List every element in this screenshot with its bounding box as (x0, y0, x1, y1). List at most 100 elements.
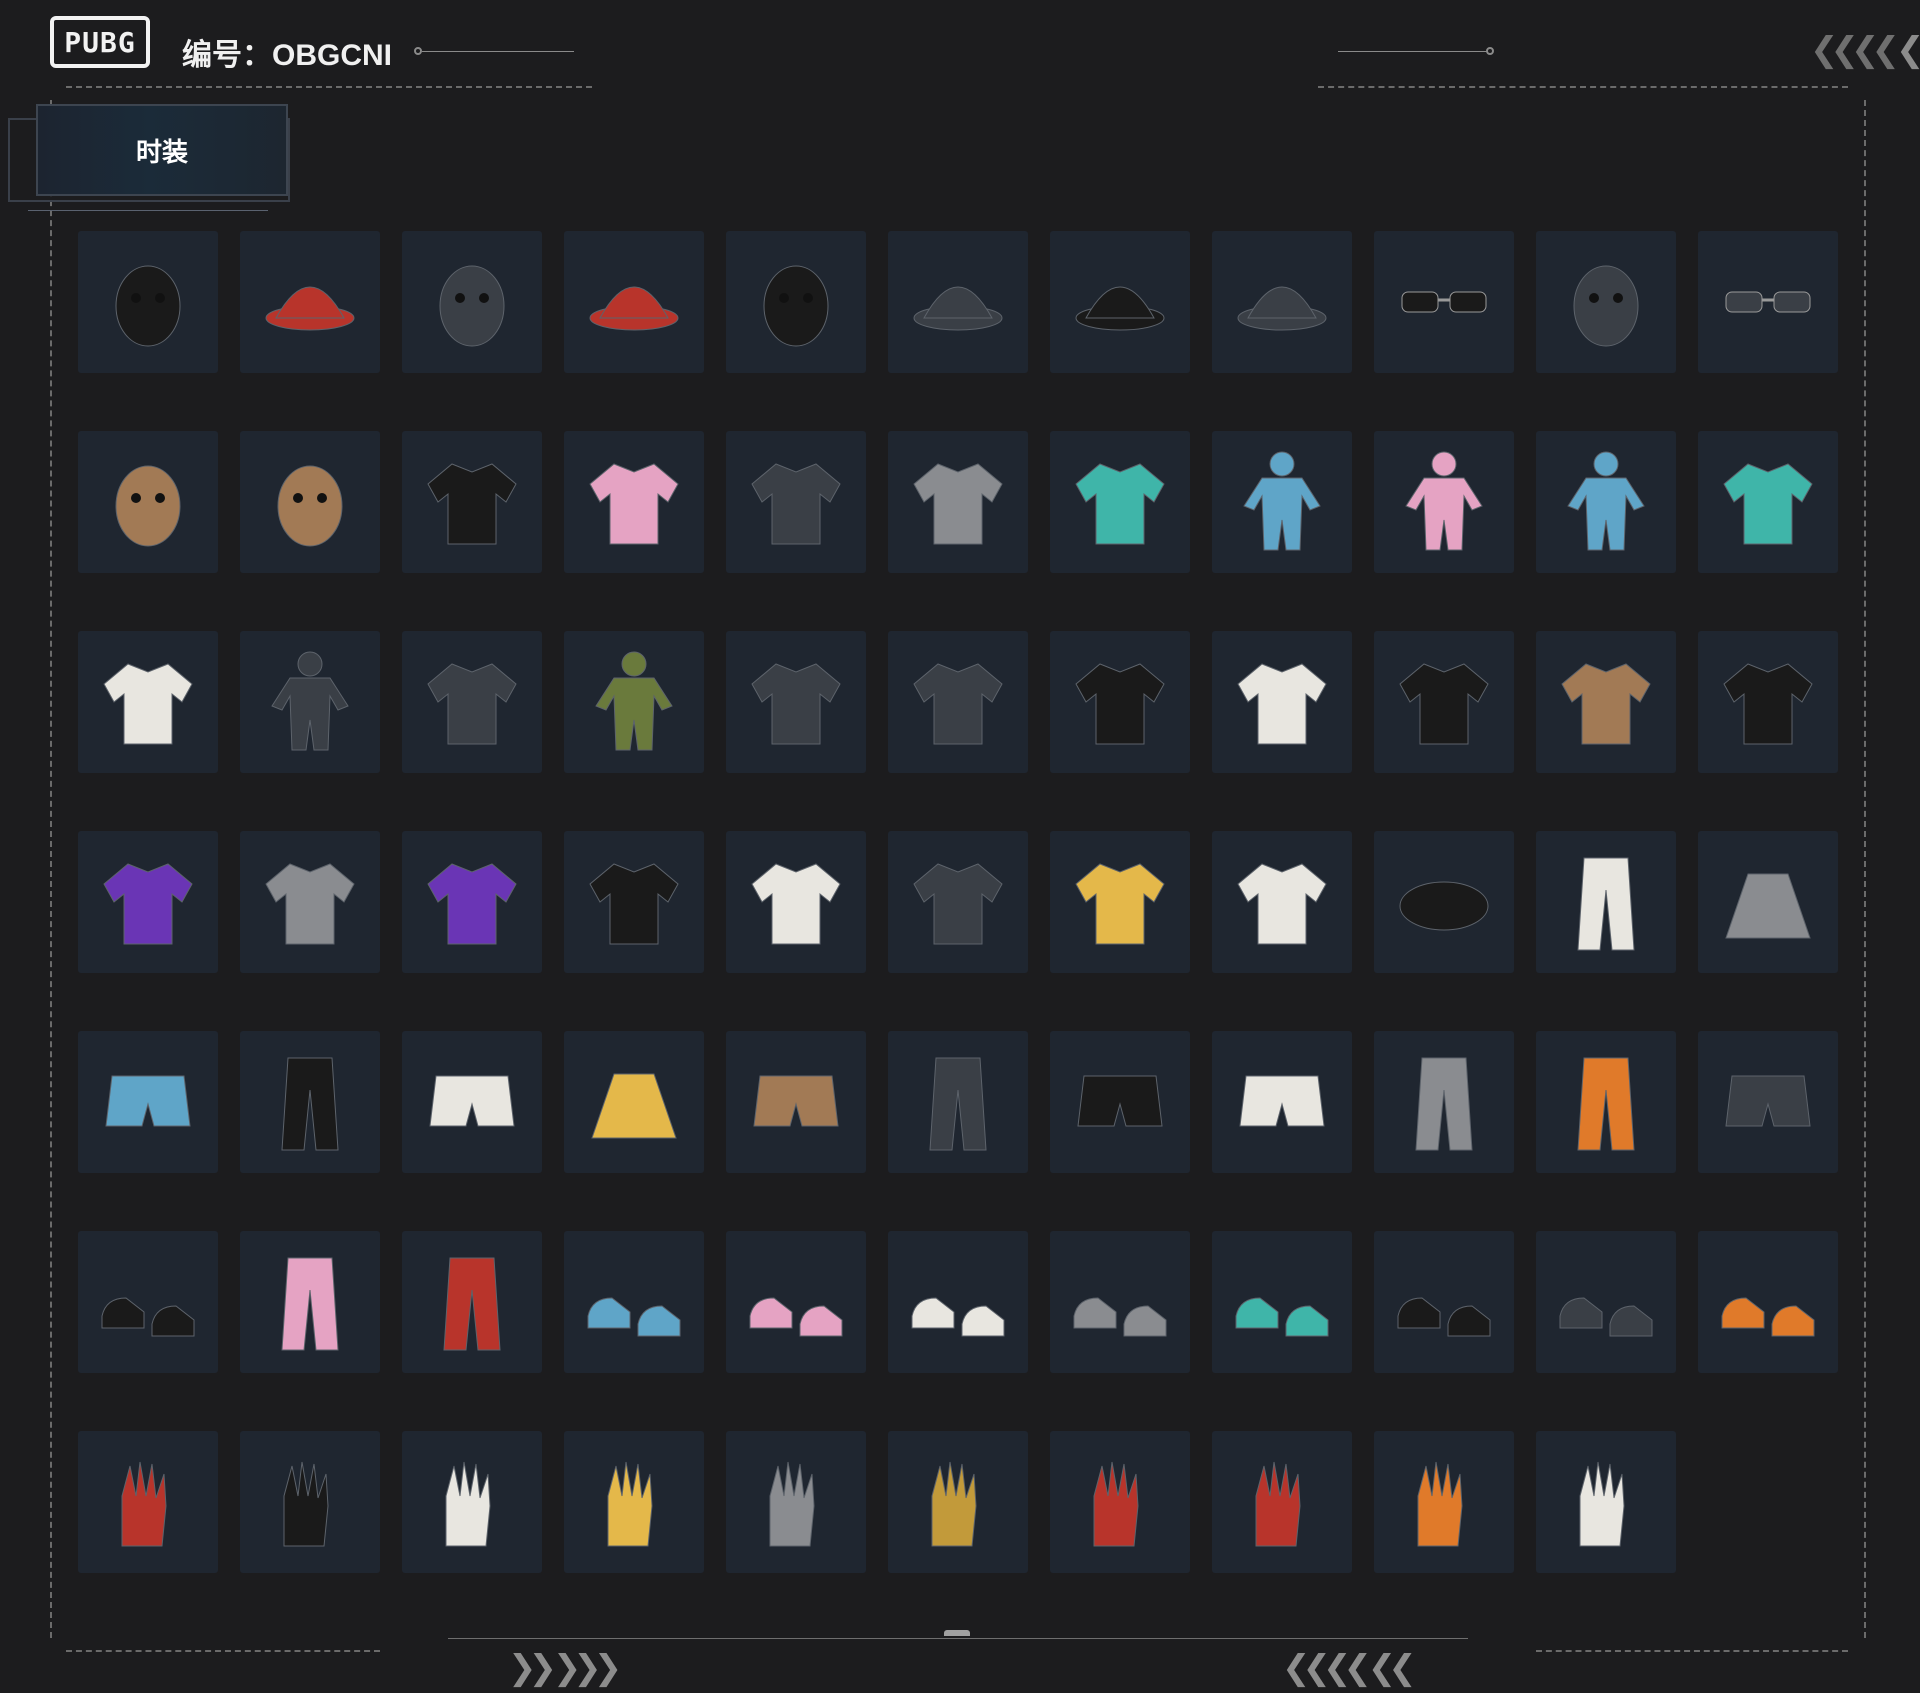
item-tile[interactable] (78, 1431, 218, 1573)
item-tile[interactable] (1536, 1431, 1676, 1573)
chevrons-right-icon: ❯❯ ❯❯❯ (508, 1648, 622, 1688)
gradient-shorts-icon (1725, 1075, 1811, 1127)
item-tile[interactable] (564, 1431, 704, 1573)
black-boots-icon (101, 1297, 195, 1337)
yellow-white-gloves-icon (1579, 1461, 1625, 1547)
item-tile[interactable] (888, 1431, 1028, 1573)
item-tile[interactable] (1698, 231, 1838, 373)
item-tile[interactable] (1536, 631, 1676, 773)
item-tile[interactable] (1050, 1231, 1190, 1373)
item-tile[interactable] (1212, 631, 1352, 773)
item-tile[interactable] (240, 431, 380, 573)
chevrons-left-icon: ❮❮❮❮ (1810, 30, 1900, 70)
item-tile[interactable] (402, 1031, 542, 1173)
item-tile[interactable] (240, 1031, 380, 1173)
item-tile[interactable] (888, 831, 1028, 973)
item-tile[interactable] (726, 1431, 866, 1573)
item-tile[interactable] (726, 231, 866, 373)
item-tile[interactable] (1212, 831, 1352, 973)
item-tile[interactable] (564, 831, 704, 973)
item-tile[interactable] (1536, 1231, 1676, 1373)
item-tile[interactable] (1212, 231, 1352, 373)
item-tile[interactable] (1374, 431, 1514, 573)
item-tile[interactable] (888, 631, 1028, 773)
item-tile[interactable] (564, 1231, 704, 1373)
item-tile[interactable] (1374, 1031, 1514, 1173)
plaid-skirt-icon (1725, 873, 1811, 939)
item-tile[interactable] (402, 631, 542, 773)
line-node-icon (1486, 47, 1494, 55)
item-tile[interactable] (564, 431, 704, 573)
item-tile[interactable] (1374, 831, 1514, 973)
item-tile[interactable] (726, 831, 866, 973)
item-tile[interactable] (1212, 1031, 1352, 1173)
item-tile[interactable] (1698, 631, 1838, 773)
item-tile[interactable] (78, 431, 218, 573)
item-tile[interactable] (1536, 1031, 1676, 1173)
item-tile[interactable] (726, 631, 866, 773)
checkered-socks-icon (443, 1257, 501, 1351)
item-tile[interactable] (1374, 1431, 1514, 1573)
item-tile[interactable] (1536, 431, 1676, 573)
item-tile[interactable] (1698, 1231, 1838, 1373)
bucket-hat-icon (1237, 286, 1327, 331)
item-tile[interactable] (888, 1031, 1028, 1173)
item-tile[interactable] (1050, 831, 1190, 973)
item-tile[interactable] (402, 1231, 542, 1373)
item-tile[interactable] (564, 231, 704, 373)
bear-coat-icon (1561, 663, 1651, 745)
item-tile[interactable] (1698, 431, 1838, 573)
red-racing-gloves-icon (1255, 1461, 1301, 1547)
item-tile[interactable] (1374, 1231, 1514, 1373)
item-tile[interactable] (78, 231, 218, 373)
item-tile[interactable] (888, 431, 1028, 573)
purple-team-jacket-icon (427, 863, 517, 945)
item-tile[interactable] (78, 631, 218, 773)
item-tile[interactable] (402, 431, 542, 573)
item-tile[interactable] (240, 631, 380, 773)
item-tile[interactable] (888, 1231, 1028, 1373)
item-tile[interactable] (1212, 1431, 1352, 1573)
white-tube-top-icon (103, 663, 193, 745)
item-tile[interactable] (1050, 431, 1190, 573)
grey-orange-sneakers-icon (1073, 1297, 1167, 1337)
scroll-notch-icon[interactable] (944, 1630, 970, 1636)
tab-fashion[interactable]: 时装 (36, 104, 288, 196)
item-tile[interactable] (1536, 231, 1676, 373)
item-tile[interactable] (402, 831, 542, 973)
item-tile[interactable] (78, 1031, 218, 1173)
item-tile[interactable] (1536, 831, 1676, 973)
item-tile[interactable] (1212, 1231, 1352, 1373)
item-tile[interactable] (726, 1231, 866, 1373)
item-tile[interactable] (240, 831, 380, 973)
item-tile[interactable] (1374, 631, 1514, 773)
item-tile[interactable] (78, 1231, 218, 1373)
black-cap-icon (1075, 286, 1165, 331)
item-tile[interactable] (1212, 431, 1352, 573)
item-tile[interactable] (1374, 231, 1514, 373)
item-tile[interactable] (402, 1431, 542, 1573)
item-tile[interactable] (1050, 1031, 1190, 1173)
white-hand-nails-icon (445, 1461, 491, 1547)
brown-shorts-icon (753, 1075, 839, 1127)
item-tile[interactable] (1050, 631, 1190, 773)
item-tile[interactable] (564, 1031, 704, 1173)
item-tile[interactable] (726, 431, 866, 573)
black-fanny-pack-icon (1399, 881, 1489, 931)
item-tile[interactable] (78, 831, 218, 973)
grey-hand-ring-icon (769, 1461, 815, 1547)
item-tile[interactable] (1698, 831, 1838, 973)
item-tile[interactable] (240, 1431, 380, 1573)
item-tile[interactable] (402, 231, 542, 373)
item-tile[interactable] (726, 1031, 866, 1173)
item-tile[interactable] (240, 1231, 380, 1373)
item-tile[interactable] (240, 231, 380, 373)
item-tile[interactable] (564, 631, 704, 773)
item-tile[interactable] (888, 231, 1028, 373)
item-tile[interactable] (1050, 231, 1190, 373)
bunny-mask-icon (115, 265, 181, 347)
mint-tube-top-icon (1723, 463, 1813, 545)
item-tile[interactable] (1698, 1031, 1838, 1173)
item-tile[interactable] (1050, 1431, 1190, 1573)
purple-varsity-jacket-icon (103, 863, 193, 945)
